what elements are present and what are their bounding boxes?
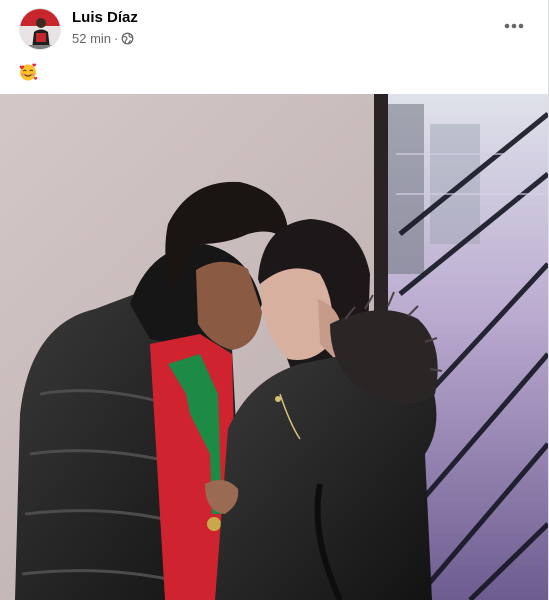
photo-illustration — [0, 94, 548, 600]
post-header: Luis Díaz 52 min · — [0, 0, 549, 56]
meta-separator: · — [114, 31, 119, 46]
post-timestamp[interactable]: 52 min — [72, 31, 111, 46]
more-horizontal-icon[interactable] — [501, 15, 527, 37]
facebook-post: Luis Díaz 52 min · — [0, 0, 549, 600]
globe-icon[interactable] — [121, 32, 134, 45]
smiling-face-with-hearts-emoji — [18, 62, 42, 82]
avatar-image — [20, 9, 60, 49]
author-name[interactable]: Luis Díaz — [72, 9, 138, 26]
author-avatar[interactable] — [19, 8, 61, 50]
post-meta: 52 min · — [72, 31, 134, 46]
post-photo[interactable] — [0, 94, 548, 600]
